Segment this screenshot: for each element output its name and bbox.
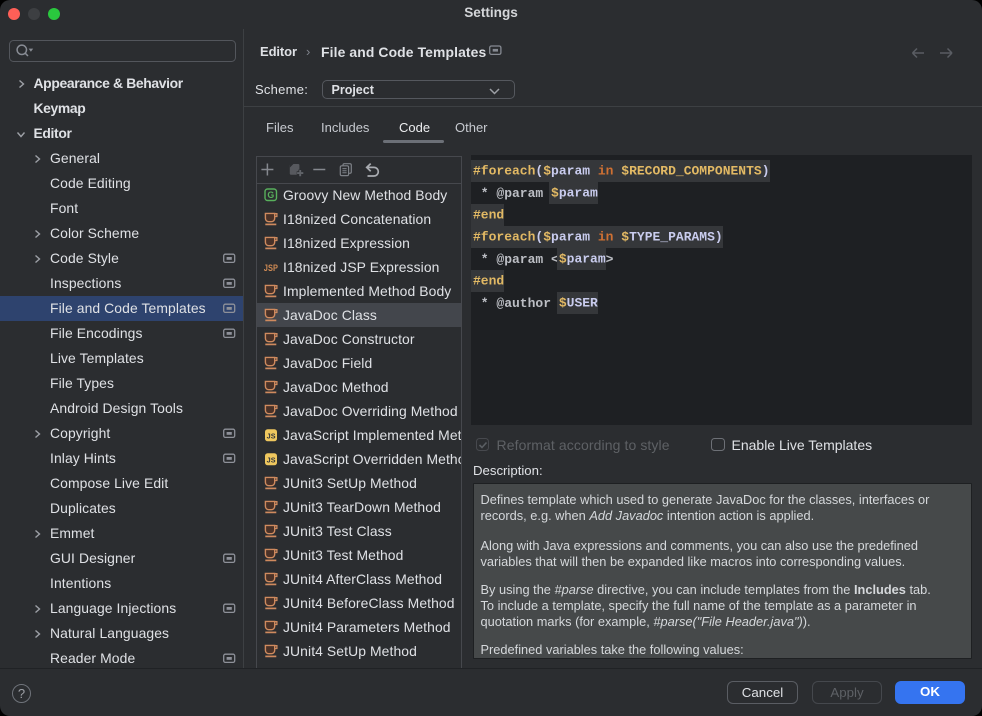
svg-text:JS: JS <box>267 432 276 441</box>
svg-text:JS: JS <box>267 456 276 465</box>
svg-text:JSP: JSP <box>264 262 278 273</box>
svg-text:G: G <box>267 190 274 200</box>
